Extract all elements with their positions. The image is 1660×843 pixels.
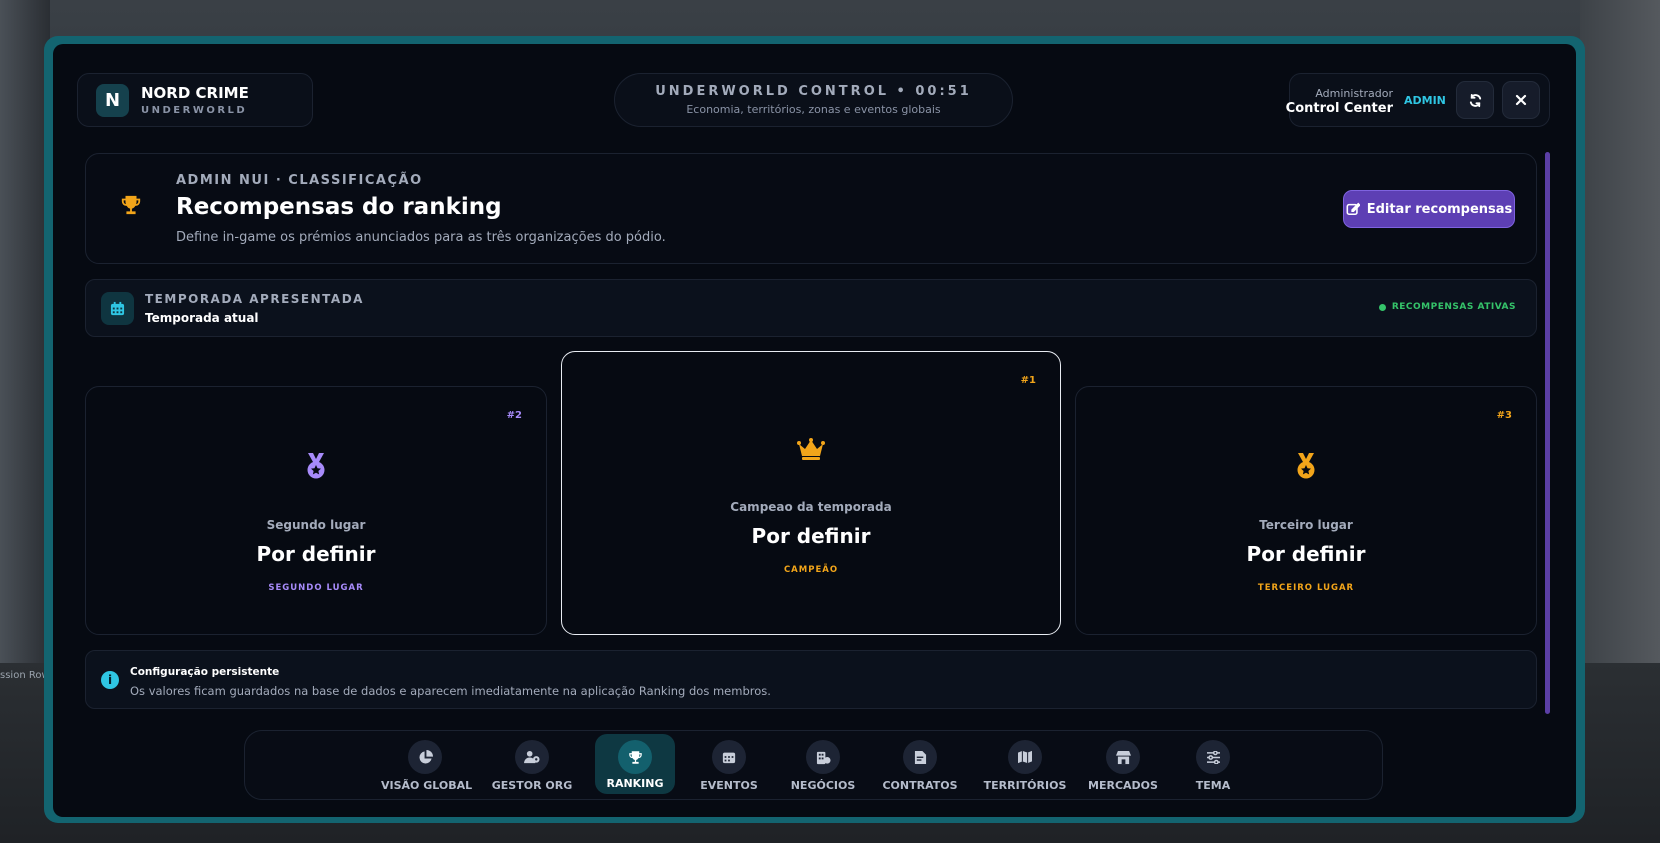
place-tag: CAMPEÃO [783,565,839,575]
nav-item-eventos[interactable]: EVENTOS [694,731,764,801]
nav-item-territorios[interactable]: TERRITÓRIOS [979,731,1071,801]
medal-icon [1076,452,1536,484]
hero-kicker: ADMIN NUI · CLASSIFICAÇÃO [176,173,423,188]
hero-description: Define in-game os prémios anunciados par… [176,230,666,245]
season-kicker: TEMPORADA APRESENTADA [145,292,364,306]
rank-number: #3 [1496,410,1512,421]
place-tag: TERCEIRO LUGAR [1257,583,1355,593]
edit-rewards-label: Editar recompensas [1366,201,1513,217]
calendar-icon [712,740,746,774]
nav-item-negocios[interactable]: NEGÓCIOS [785,731,861,801]
season-name: Temporada atual [145,311,259,325]
admin-name: Control Center [1285,101,1393,116]
edit-rewards-button[interactable]: Editar recompensas [1343,190,1515,228]
place-title: Por definir [751,524,871,548]
place-title: Por definir [1246,542,1366,566]
calendar-icon [101,292,134,325]
rank-number: #1 [1020,375,1036,386]
nav-label: RANKING [606,777,664,790]
rank-number: #2 [506,410,522,421]
nav-label: VISÃO GLOBAL [381,779,473,792]
header-status: UNDERWORLD CONTROL • 00:51 Economia, ter… [614,73,1013,127]
trophy-icon [618,740,652,774]
place-subtitle: Campeao da temporada [730,500,892,514]
nav-label: MERCADOS [1088,779,1158,792]
business-icon [806,740,840,774]
admin-tag: ADMIN [1404,94,1446,107]
info-icon: i [101,671,119,689]
crown-icon [562,438,1060,464]
status-label: RECOMPENSAS ATIVAS [1391,302,1516,312]
brand-card: N NORD CRIME UNDERWORLD [77,73,313,127]
admin-role: Administrador [1315,87,1393,100]
brand-logo: N [96,84,129,117]
nav-label: EVENTOS [700,779,758,792]
place-subtitle: Segundo lugar [266,518,366,532]
place-title: Por definir [256,542,376,566]
nav-label: TEMA [1195,779,1231,792]
medal-icon [86,452,546,484]
background-street-sign: ssion Row [0,670,50,681]
nav-item-ranking[interactable]: RANKING [595,734,675,794]
nav-label: NEGÓCIOS [790,779,856,792]
refresh-icon [1469,93,1481,107]
nav-label: TERRITÓRIOS [983,779,1067,792]
bottom-navigation: VISÃO GLOBAL GESTOR ORG RANKING EVENTOS … [244,730,1383,800]
podium-card-third[interactable]: #3 Terceiro lugar Por definir TERCEIRO L… [1075,386,1537,635]
nav-item-mercados[interactable]: MERCADOS [1083,731,1163,801]
podium-card-first[interactable]: #1 Campeao da temporada Por definir CAMP… [561,351,1061,635]
status-badge: RECOMPENSAS ATIVAS [1378,302,1516,312]
nav-item-gestor-org[interactable]: GESTOR ORG [490,731,574,801]
nav-item-tema[interactable]: TEMA [1183,731,1243,801]
header-title: UNDERWORLD CONTROL • 00:51 [655,84,972,99]
sliders-icon [1196,740,1230,774]
close-button[interactable] [1502,81,1540,119]
pie-chart-icon [408,740,442,774]
ranking-rewards-header: ADMIN NUI · CLASSIFICAÇÃO Recompensas do… [85,153,1537,264]
map-icon [1008,740,1042,774]
admin-panel: Administrador Control Center ADMIN [1285,73,1550,127]
page-title: Recompensas do ranking [176,194,502,220]
file-contract-icon [903,740,937,774]
close-icon [1515,94,1527,106]
header-subtitle: Economia, territórios, zonas e eventos g… [686,103,941,116]
info-title: Configuração persistente [130,666,280,678]
refresh-button[interactable] [1456,81,1494,119]
nav-label: GESTOR ORG [491,779,573,792]
nav-label: CONTRATOS [882,779,958,792]
persistence-info: i Configuração persistente Os valores fi… [85,650,1537,709]
nav-item-visao-global[interactable]: VISÃO GLOBAL [381,731,473,801]
status-dot [1378,303,1386,311]
podium-card-second[interactable]: #2 Segundo lugar Por definir SEGUNDO LUG… [85,386,547,635]
trophy-icon [121,195,141,215]
nav-item-contratos[interactable]: CONTRATOS [878,731,962,801]
shop-icon [1106,740,1140,774]
place-subtitle: Terceiro lugar [1259,518,1353,532]
brand-subtitle: UNDERWORLD [141,105,248,116]
info-description: Os valores ficam guardados na base de da… [130,684,771,698]
season-bar: TEMPORADA APRESENTADA Temporada atual RE… [85,279,1537,337]
edit-icon [1346,202,1360,216]
content-scrollbar[interactable] [1545,152,1550,714]
brand-title: NORD CRIME [141,84,249,102]
place-tag: SEGUNDO LUGAR [268,583,364,593]
users-gear-icon [515,740,549,774]
